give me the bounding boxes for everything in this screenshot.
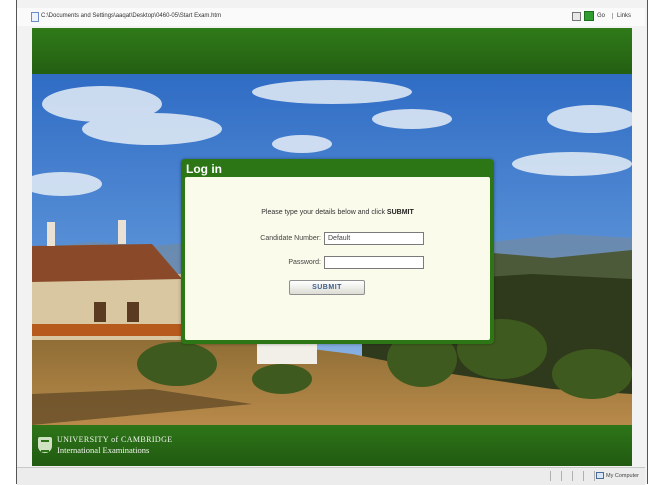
footer-banner: UNIVERSITY of CAMBRIDGE International Ex…	[32, 425, 632, 466]
page-content: UNIVERSITY of CAMBRIDGE International Ex…	[32, 28, 632, 466]
address-text[interactable]: C:\Documents and Settings\aaqat\Desktop\…	[41, 13, 221, 19]
submit-button[interactable]: SUBMIT	[289, 280, 365, 295]
computer-icon	[595, 472, 604, 479]
login-instruction: Please type your details below and click…	[185, 209, 490, 216]
crest-icon	[38, 437, 52, 453]
examinations-name: International Examinations	[57, 445, 150, 455]
go-arrow-icon[interactable]	[583, 11, 594, 21]
zone-label: My Computer	[605, 472, 639, 479]
cambridge-logo: UNIVERSITY of CAMBRIDGE International Ex…	[38, 435, 173, 455]
address-dropdown-icon[interactable]	[571, 11, 581, 21]
instruction-action: SUBMIT	[386, 209, 414, 216]
instruction-text: Please type your details below and click	[261, 209, 387, 216]
page-icon	[31, 12, 39, 22]
login-form: Please type your details below and click…	[185, 177, 490, 340]
university-name: UNIVERSITY of CAMBRIDGE	[57, 435, 173, 444]
candidate-number-input[interactable]: Default	[324, 232, 424, 245]
security-zone: My Computer	[595, 472, 639, 479]
password-input[interactable]	[324, 256, 424, 269]
login-title: Log in	[186, 162, 222, 176]
login-panel: Log in Please type your details below an…	[181, 159, 494, 344]
password-label: Password:	[288, 259, 321, 266]
go-button[interactable]: Go	[597, 13, 605, 19]
status-bar: My Computer	[17, 467, 645, 485]
address-controls: Go Links	[571, 11, 631, 21]
status-separators	[550, 471, 595, 481]
candidate-number-label: Candidate Number:	[260, 235, 321, 242]
address-bar[interactable]: C:\Documents and Settings\aaqat\Desktop\…	[17, 8, 645, 26]
header-banner	[32, 28, 632, 74]
links-button[interactable]: Links	[611, 13, 631, 19]
